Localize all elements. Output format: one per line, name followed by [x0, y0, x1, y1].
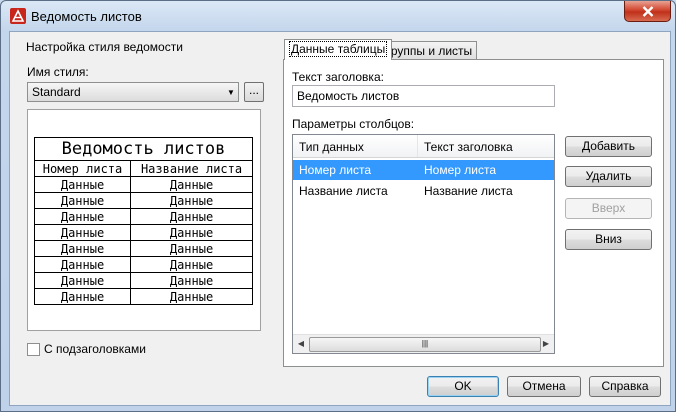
column-header-header-text[interactable]: Текст заголовка [418, 135, 554, 157]
ok-button[interactable]: OK [427, 376, 499, 397]
preview-data-row: Данные Данные [33, 288, 253, 305]
tab-table-data[interactable]: Данные таблицы [284, 39, 393, 60]
preview-data-cell: Данные [33, 256, 132, 273]
preview-data-cell: Данные [33, 272, 132, 289]
style-name-value: Standard [32, 85, 81, 99]
close-button[interactable] [624, 1, 671, 22]
header-text-label: Текст заголовка: [292, 70, 384, 84]
subheaders-label: С подзаголовками [44, 342, 146, 356]
listview-header: Тип данных Текст заголовка [293, 135, 554, 158]
move-down-button[interactable]: Вниз [565, 229, 652, 250]
move-up-button[interactable]: Вверх [565, 198, 652, 219]
preview-data-cell: Данные [33, 176, 132, 193]
scroll-left-icon[interactable]: ◀ [294, 337, 308, 351]
style-name-label: Имя стиля: [27, 65, 89, 79]
scroll-thumb[interactable]: ||| [309, 337, 541, 352]
scroll-right-icon[interactable]: ▶ [539, 337, 553, 351]
preview-data-cell: Данные [130, 272, 253, 289]
preview-data-cell: Данные [130, 176, 253, 193]
column-header-data-type[interactable]: Тип данных [293, 135, 418, 157]
table-preview: Ведомость листов Номер листа Название ли… [27, 109, 261, 331]
preview-data-cell: Данные [33, 224, 132, 241]
preview-title: Ведомость листов [34, 137, 253, 161]
preview-data-cell: Данные [33, 240, 132, 257]
subheaders-checkbox[interactable] [27, 342, 40, 356]
row-data-type: Название листа [299, 184, 388, 198]
remove-column-button[interactable]: Удалить [565, 166, 652, 187]
tab-table-data-label: Данные таблицы [289, 41, 388, 57]
window-title: Ведомость листов [31, 9, 142, 24]
preview-data-cell: Данные [33, 288, 132, 305]
cancel-button[interactable]: Отмена [507, 376, 581, 397]
style-name-combo[interactable]: Standard ▼ [27, 82, 239, 102]
preview-data-cell: Данные [130, 240, 253, 257]
table-row[interactable]: Название листа Название листа [293, 181, 554, 201]
horizontal-scrollbar[interactable]: ◀ ||| ▶ [293, 334, 554, 353]
preview-data-row: Данные Данные [33, 224, 253, 241]
row-header-text: Номер листа [424, 163, 497, 177]
preview-data-cell: Данные [130, 224, 253, 241]
tab-groups-sheets[interactable]: Группы и листы [380, 41, 478, 60]
preview-data-row: Данные Данные [33, 240, 253, 257]
row-data-type: Номер листа [299, 163, 372, 177]
group-title: Настройка стиля ведомости [26, 40, 183, 54]
preview-data-row: Данные Данные [33, 272, 253, 289]
preview-data-cell: Данные [130, 256, 253, 273]
help-button[interactable]: Справка [589, 376, 661, 397]
columns-listview[interactable]: Тип данных Текст заголовка Номер листа Н… [292, 134, 555, 354]
subheaders-checkbox-row[interactable]: С подзаголовками [27, 342, 146, 356]
style-browse-button[interactable]: ... [244, 82, 264, 102]
preview-data-cell: Данные [33, 192, 132, 209]
add-column-button[interactable]: Добавить [565, 136, 652, 157]
chevron-down-icon[interactable]: ▼ [224, 88, 238, 97]
tab-groups-sheets-label: Группы и листы [385, 44, 473, 58]
preview-header-name: Название листа [130, 160, 253, 177]
autocad-app-icon [10, 8, 26, 24]
preview-data-cell: Данные [130, 192, 253, 209]
close-icon [642, 5, 653, 17]
preview-data-row: Данные Данные [33, 192, 253, 209]
preview-data-row: Данные Данные [33, 176, 253, 193]
preview-data-row: Данные Данные [33, 256, 253, 273]
title-bar[interactable]: Ведомость листов [1, 1, 675, 31]
row-header-text: Название листа [424, 184, 513, 198]
dialog-window: Ведомость листов Настройка стиля ведомос… [0, 0, 676, 412]
preview-data-row: Данные Данные [33, 208, 253, 225]
preview-data-cell: Данные [33, 208, 132, 225]
dialog-client-area: Настройка стиля ведомости Имя стиля: Sta… [9, 31, 671, 406]
columns-label: Параметры столбцов: [292, 117, 415, 131]
preview-header-number: Номер листа [33, 160, 132, 177]
preview-data-cell: Данные [130, 208, 253, 225]
preview-data-cell: Данные [130, 288, 253, 305]
header-text-input[interactable]: Ведомость листов [292, 85, 555, 107]
style-settings-group: Настройка стиля ведомости Имя стиля: Sta… [18, 40, 268, 366]
table-row[interactable]: Номер листа Номер листа [293, 160, 554, 180]
preview-table: Ведомость листов Номер листа Название ли… [33, 137, 253, 305]
